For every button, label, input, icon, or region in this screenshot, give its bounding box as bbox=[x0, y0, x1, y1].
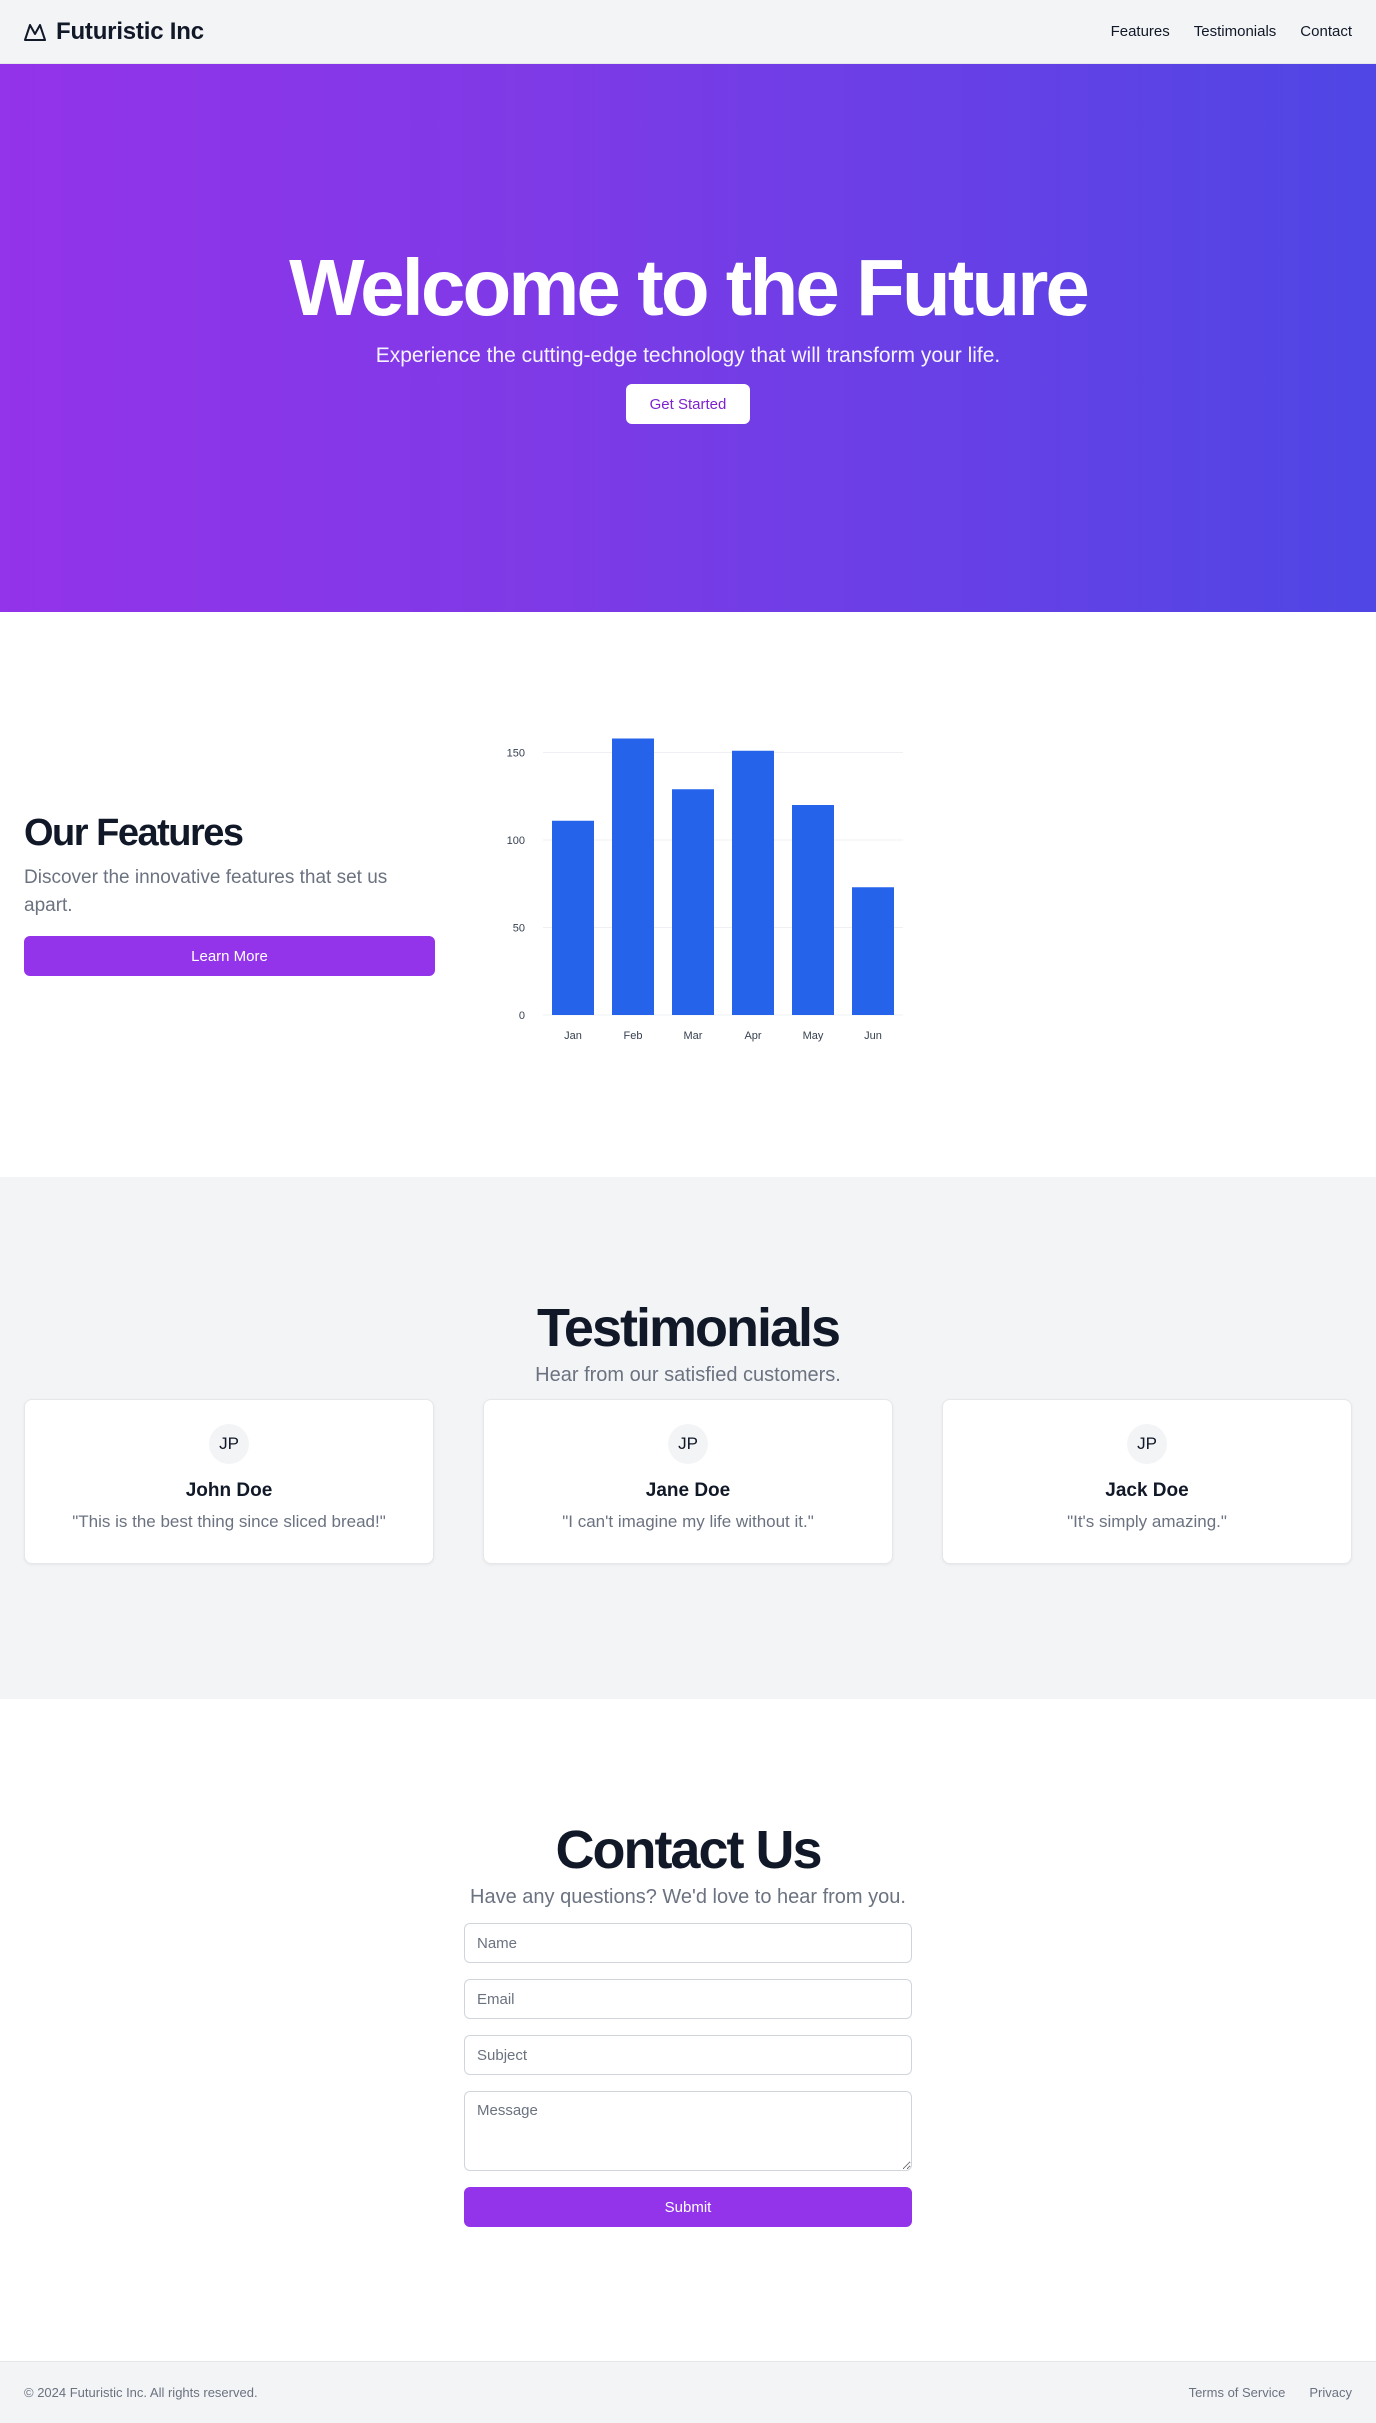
learn-more-button[interactable]: Learn More bbox=[24, 936, 435, 977]
site-header: Futuristic Inc Features Testimonials Con… bbox=[0, 0, 1376, 64]
testimonial-quote: "This is the best thing since sliced bre… bbox=[72, 1512, 386, 1532]
nav-contact[interactable]: Contact bbox=[1300, 23, 1352, 40]
bar-jun bbox=[852, 886, 894, 1015]
features-section: Our Features Discover the innovative fea… bbox=[0, 612, 1376, 1177]
subject-field[interactable] bbox=[464, 2035, 912, 2076]
testimonial-card: JP Jack Doe "It's simply amazing." bbox=[942, 1399, 1352, 1565]
privacy-link[interactable]: Privacy bbox=[1309, 2385, 1352, 2400]
hero-section: Welcome to the Future Experience the cut… bbox=[0, 64, 1376, 612]
x-tick-label: Jun bbox=[864, 1030, 882, 1042]
testimonial-card: JP Jane Doe "I can't imagine my life wit… bbox=[483, 1399, 893, 1565]
testimonial-quote: "I can't imagine my life without it." bbox=[562, 1512, 814, 1532]
contact-form: Submit bbox=[464, 1923, 912, 2228]
message-field[interactable] bbox=[464, 2091, 912, 2172]
contact-title: Contact Us bbox=[555, 1820, 822, 1880]
testimonial-name: John Doe bbox=[185, 1480, 273, 1502]
get-started-button[interactable]: Get Started bbox=[625, 384, 751, 424]
testimonial-card: JP John Doe "This is the best thing sinc… bbox=[24, 1399, 434, 1565]
testimonial-name: Jane Doe bbox=[645, 1480, 731, 1502]
submit-button[interactable]: Submit bbox=[464, 2187, 912, 2228]
features-intro: Our Features Discover the innovative fea… bbox=[24, 811, 435, 977]
hero-title: Welcome to the Future bbox=[289, 243, 1090, 332]
bar-may bbox=[792, 804, 834, 1015]
nav-features[interactable]: Features bbox=[1111, 23, 1170, 40]
x-tick-label: Feb bbox=[624, 1030, 643, 1042]
avatar: JP bbox=[668, 1424, 708, 1465]
testimonials-title: Testimonials bbox=[536, 1298, 841, 1358]
features-description: Discover the innovative features that se… bbox=[24, 867, 388, 917]
name-field[interactable] bbox=[464, 1923, 912, 1964]
avatar: JP bbox=[1127, 1424, 1167, 1465]
mountain-icon bbox=[24, 22, 46, 42]
contact-subtitle: Have any questions? We'd love to hear fr… bbox=[470, 1886, 906, 1909]
testimonial-name: Jack Doe bbox=[1105, 1480, 1189, 1502]
footer-links: Terms of Service Privacy bbox=[1189, 2385, 1352, 2400]
features-title: Our Features bbox=[24, 811, 244, 854]
avatar: JP bbox=[209, 1424, 249, 1465]
bar-feb bbox=[612, 738, 654, 1015]
x-tick-label: Jan bbox=[564, 1030, 582, 1042]
testimonial-quote: "It's simply amazing." bbox=[1067, 1512, 1227, 1532]
bar-mar bbox=[672, 788, 714, 1015]
y-tick-label: 0 bbox=[519, 1010, 525, 1022]
contact-section: Contact Us Have any questions? We'd love… bbox=[0, 1699, 1376, 2361]
x-tick-label: May bbox=[803, 1030, 824, 1042]
copyright-text: © 2024 Futuristic Inc. All rights reserv… bbox=[24, 2385, 258, 2400]
features-chart: 0 50 100 150 Jan Feb Mar Apr May Jun bbox=[493, 725, 913, 1065]
y-tick-label: 50 bbox=[513, 922, 525, 934]
brand-name: Futuristic Inc bbox=[56, 17, 204, 45]
nav-testimonials[interactable]: Testimonials bbox=[1194, 23, 1277, 40]
bar-apr bbox=[732, 750, 774, 1015]
x-tick-label: Apr bbox=[744, 1030, 761, 1042]
main-nav: Features Testimonials Contact bbox=[1111, 23, 1352, 40]
bar-chart: 0 50 100 150 Jan Feb Mar Apr May Jun bbox=[507, 738, 903, 1042]
email-field[interactable] bbox=[464, 1979, 912, 2020]
y-tick-label: 100 bbox=[507, 835, 525, 847]
testimonial-cards: JP John Doe "This is the best thing sinc… bbox=[0, 1399, 1376, 1565]
site-footer: © 2024 Futuristic Inc. All rights reserv… bbox=[0, 2361, 1376, 2423]
testimonials-section: Testimonials Hear from our satisfied cus… bbox=[0, 1177, 1376, 1699]
bar-jan bbox=[552, 820, 594, 1015]
y-tick-label: 150 bbox=[507, 747, 525, 759]
x-tick-label: Mar bbox=[684, 1030, 703, 1042]
brand-link[interactable]: Futuristic Inc bbox=[24, 18, 204, 46]
testimonials-subtitle: Hear from our satisfied customers. bbox=[535, 1364, 841, 1387]
terms-link[interactable]: Terms of Service bbox=[1189, 2385, 1286, 2400]
hero-subtitle: Experience the cutting-edge technology t… bbox=[375, 344, 1001, 367]
